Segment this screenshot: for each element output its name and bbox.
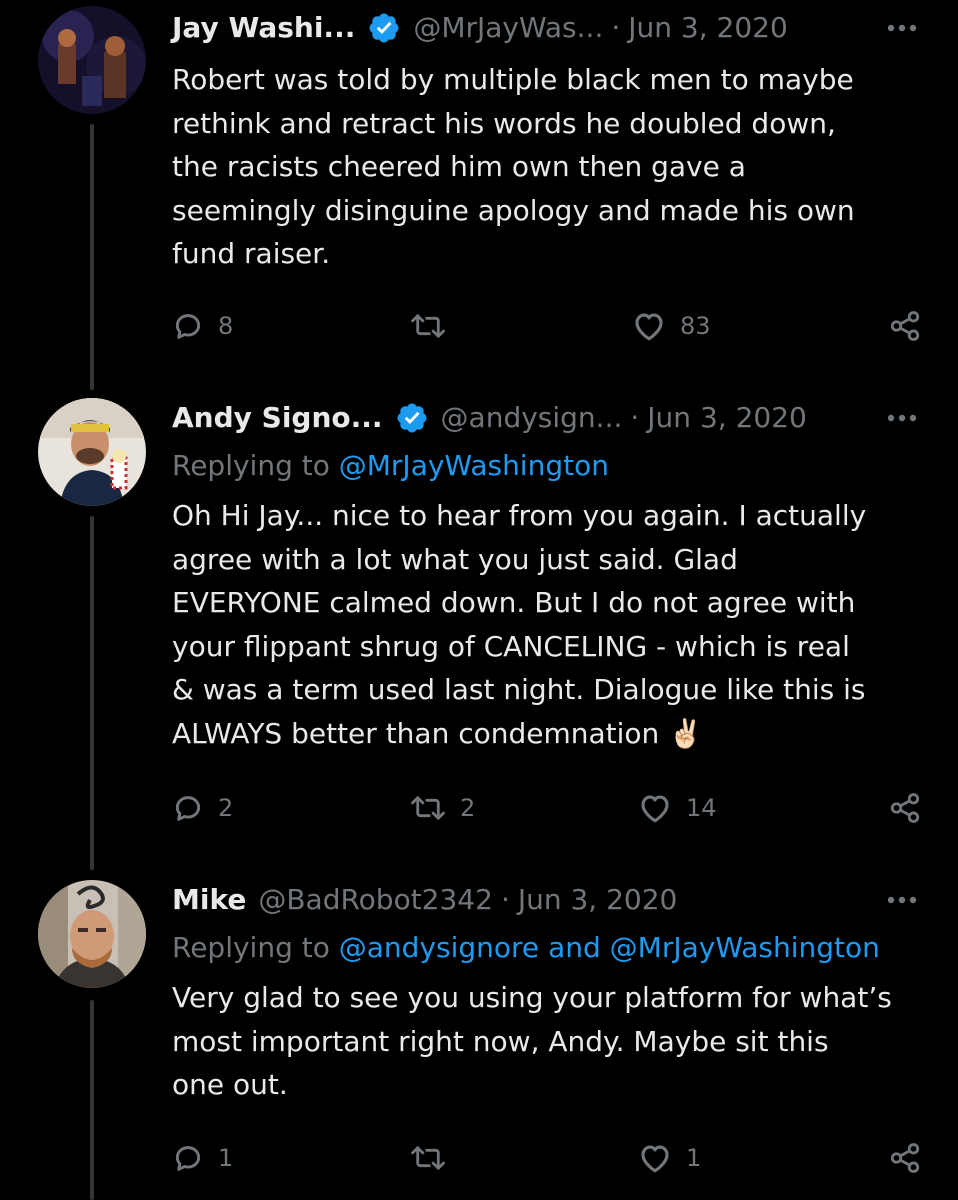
share-button[interactable] <box>888 788 922 828</box>
separator-dot: · <box>500 883 510 916</box>
handle[interactable]: @MrJayWas... <box>413 8 603 48</box>
tweet-date[interactable]: Jun 3, 2020 <box>628 8 788 48</box>
retweet-button[interactable] <box>410 1138 460 1178</box>
like-count: 14 <box>686 794 717 822</box>
share-button[interactable] <box>888 1138 922 1178</box>
separator-dot: · <box>630 401 640 434</box>
thread-line <box>90 516 94 870</box>
replying-prefix: Replying to <box>172 931 330 964</box>
reply-count: 8 <box>218 312 234 340</box>
avatar[interactable] <box>38 398 146 506</box>
reply-button[interactable]: 2 <box>172 788 233 828</box>
retweet-icon <box>410 792 446 824</box>
like-count: 83 <box>680 312 711 340</box>
like-button[interactable]: 83 <box>632 306 711 346</box>
tweet-date[interactable]: Jun 3, 2020 <box>518 880 678 920</box>
mention-link[interactable]: @MrJayWashington <box>610 931 880 964</box>
display-name[interactable]: Jay Washi... <box>172 8 355 48</box>
retweet-count: 2 <box>460 794 476 822</box>
share-button[interactable] <box>888 306 922 346</box>
action-bar: 8 83 <box>172 306 922 346</box>
retweet-icon <box>410 1142 446 1174</box>
tweet-3[interactable]: Mike @BadRobot2342 · Jun 3, 2020 Replyin… <box>0 870 958 1200</box>
display-name[interactable]: Mike <box>172 880 246 920</box>
tweet-header: Jay Washi... @MrJayWas... · Jun 3, 2020 <box>172 8 788 48</box>
avatar-image <box>38 6 146 114</box>
verified-badge-icon <box>395 401 429 435</box>
handle[interactable]: @andysign... <box>441 398 623 438</box>
like-count: 1 <box>686 1144 702 1172</box>
tweet-date[interactable]: Jun 3, 2020 <box>647 398 807 438</box>
reply-button[interactable]: 8 <box>172 306 233 346</box>
more-icon[interactable] <box>882 398 922 438</box>
handle[interactable]: @BadRobot2342 <box>258 880 493 920</box>
tweet-text: Very glad to see you using your platform… <box>172 981 892 1101</box>
heart-icon <box>632 310 666 342</box>
like-button[interactable]: 14 <box>638 788 717 828</box>
share-icon <box>888 309 922 343</box>
retweet-button[interactable]: 2 <box>410 788 475 828</box>
tweet-content: Mike @BadRobot2342 · Jun 3, 2020 Replyin… <box>172 880 922 1198</box>
reply-count: 1 <box>218 1144 234 1172</box>
tweet-header: Mike @BadRobot2342 · Jun 3, 2020 <box>172 880 677 920</box>
share-icon <box>888 791 922 825</box>
thread-line <box>90 124 94 390</box>
mention-link[interactable]: @MrJayWashington <box>339 449 609 482</box>
tweet-text: Robert was told by multiple black men to… <box>172 63 855 270</box>
avatar-image <box>38 398 146 506</box>
heart-icon <box>638 792 672 824</box>
retweet-icon <box>410 310 446 342</box>
tweet-2[interactable]: Andy Signo... @andysign... · Jun 3, 2020… <box>0 390 958 870</box>
action-bar: 1 1 <box>172 1138 922 1178</box>
more-icon[interactable] <box>882 8 922 48</box>
tweet-1[interactable]: Jay Washi... @MrJayWas... · Jun 3, 2020 … <box>0 0 958 390</box>
replying-to: Replying to @MrJayWashington <box>172 446 609 486</box>
thread-line <box>90 1000 94 1200</box>
more-icon[interactable] <box>882 880 922 920</box>
reply-button[interactable]: 1 <box>172 1138 233 1178</box>
retweet-button[interactable] <box>410 306 460 346</box>
tweet-content: Jay Washi... @MrJayWas... · Jun 3, 2020 … <box>172 8 922 388</box>
avatar-image <box>38 880 146 988</box>
heart-icon <box>638 1142 672 1174</box>
reply-icon <box>172 1142 204 1174</box>
action-bar: 2 2 14 <box>172 788 922 828</box>
separator-dot: · <box>611 11 621 44</box>
replying-joiner: and <box>548 931 601 964</box>
mention-link[interactable]: @andysignore <box>339 931 539 964</box>
verified-badge-icon <box>367 11 401 45</box>
tweet-header: Andy Signo... @andysign... · Jun 3, 2020 <box>172 398 807 438</box>
like-button[interactable]: 1 <box>638 1138 701 1178</box>
tweet-text: Oh Hi Jay... nice to hear from you again… <box>172 499 867 750</box>
avatar[interactable] <box>38 880 146 988</box>
tweet-content: Andy Signo... @andysign... · Jun 3, 2020… <box>172 398 922 868</box>
share-icon <box>888 1141 922 1175</box>
display-name[interactable]: Andy Signo... <box>172 398 383 438</box>
replying-to: Replying to @andysignore and @MrJayWashi… <box>172 928 880 968</box>
avatar[interactable] <box>38 6 146 114</box>
reply-count: 2 <box>218 794 234 822</box>
reply-icon <box>172 792 204 824</box>
replying-prefix: Replying to <box>172 449 330 482</box>
reply-icon <box>172 310 204 342</box>
